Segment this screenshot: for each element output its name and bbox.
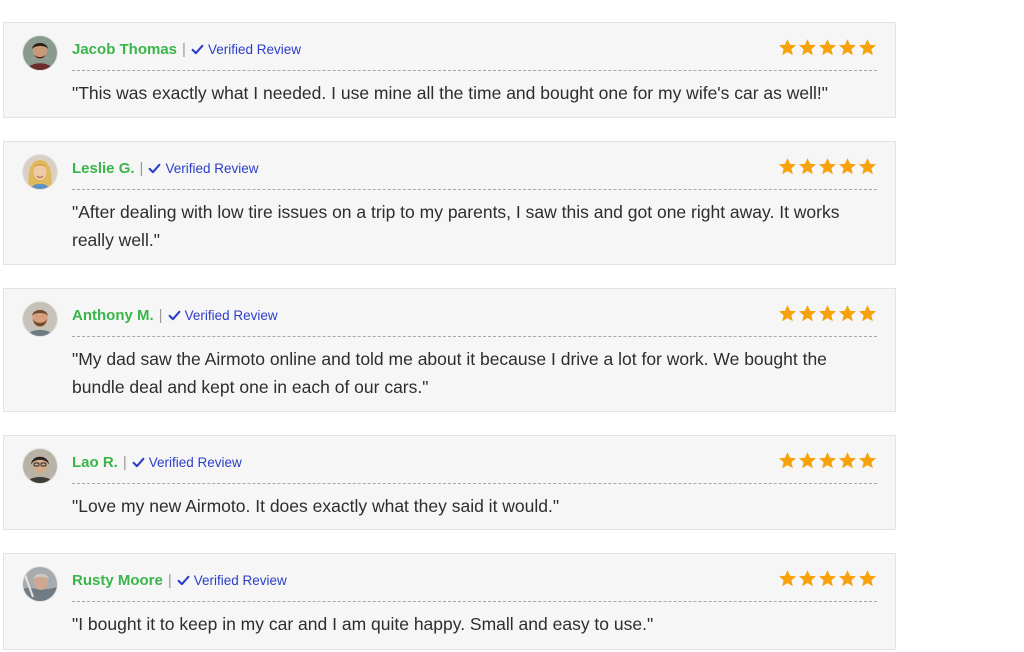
review-card: Rusty Moore | Verified Review "I bought …	[3, 553, 896, 650]
review-text: "After dealing with low tire issues on a…	[72, 202, 840, 250]
star-icon	[798, 570, 817, 587]
reviewer-name: Rusty Moore	[72, 571, 163, 589]
star-icon	[838, 452, 857, 469]
check-icon	[149, 163, 161, 173]
check-icon	[132, 457, 145, 467]
review-text: "I bought it to keep in my car and I am …	[72, 614, 654, 634]
review-card: Anthony M. | Verified Review "My dad saw…	[3, 288, 896, 412]
review-text: "This was exactly what I needed. I use m…	[72, 83, 828, 103]
divider	[72, 189, 877, 190]
star-icon	[858, 570, 877, 587]
star-icon	[798, 158, 817, 175]
star-icon	[838, 570, 857, 587]
review-card: Jacob Thomas | Verified Review "This was…	[3, 22, 896, 118]
review-header: Rusty Moore | Verified Review	[72, 570, 287, 590]
check-icon	[168, 310, 180, 320]
review-card: Lao R. | Verified Review "Love my new Ai…	[3, 435, 896, 530]
star-rating	[778, 569, 877, 588]
star-icon	[778, 39, 797, 56]
separator: |	[158, 306, 163, 324]
star-icon	[798, 305, 817, 322]
star-icon	[858, 39, 877, 56]
star-icon	[818, 39, 837, 56]
star-icon	[838, 39, 857, 56]
star-icon	[858, 452, 877, 469]
star-icon	[778, 570, 797, 587]
star-icon	[778, 305, 797, 322]
star-icon	[818, 452, 837, 469]
star-icon	[798, 452, 817, 469]
divider	[72, 601, 877, 602]
review-header: Anthony M. | Verified Review	[72, 305, 278, 325]
star-icon	[858, 158, 877, 175]
verified-review-label: Verified Review	[193, 572, 287, 588]
star-rating	[778, 38, 877, 57]
avatar	[23, 155, 57, 189]
check-icon	[191, 44, 204, 54]
star-rating	[778, 157, 877, 176]
star-icon	[778, 158, 797, 175]
reviewer-name: Lao R.	[72, 453, 118, 471]
separator: |	[182, 40, 186, 58]
avatar	[23, 36, 57, 70]
review-header: Jacob Thomas | Verified Review	[72, 39, 301, 59]
reviewer-name: Leslie G.	[72, 159, 135, 177]
review-text: "My dad saw the Airmoto online and told …	[72, 349, 827, 397]
divider	[72, 336, 877, 337]
star-rating	[778, 304, 877, 323]
verified-review-label: Verified Review	[165, 160, 259, 176]
separator: |	[167, 571, 172, 589]
divider	[72, 483, 877, 484]
star-icon	[838, 305, 857, 322]
avatar	[23, 302, 57, 336]
star-icon	[778, 452, 797, 469]
verified-review-label: Verified Review	[184, 307, 278, 323]
star-rating	[778, 451, 877, 470]
check-icon	[177, 575, 190, 585]
avatar	[23, 449, 57, 483]
star-icon	[818, 305, 837, 322]
separator: |	[122, 453, 127, 471]
review-header: Lao R. | Verified Review	[72, 452, 242, 472]
review-card: Leslie G. | Verified Review "After deali…	[3, 141, 896, 265]
reviewer-name: Anthony M.	[72, 306, 154, 324]
reviewer-name: Jacob Thomas	[72, 40, 178, 58]
review-text: "Love my new Airmoto. It does exactly wh…	[72, 496, 560, 516]
star-icon	[818, 158, 837, 175]
review-header: Leslie G. | Verified Review	[72, 158, 258, 178]
reviews-list: Jacob Thomas | Verified Review "This was…	[0, 0, 1024, 652]
star-icon	[798, 39, 817, 56]
verified-review-label: Verified Review	[148, 454, 242, 470]
star-icon	[838, 158, 857, 175]
avatar	[23, 567, 57, 601]
divider	[72, 70, 877, 71]
star-icon	[818, 570, 837, 587]
separator: |	[139, 159, 144, 177]
star-icon	[858, 305, 877, 322]
verified-review-label: Verified Review	[207, 41, 301, 57]
